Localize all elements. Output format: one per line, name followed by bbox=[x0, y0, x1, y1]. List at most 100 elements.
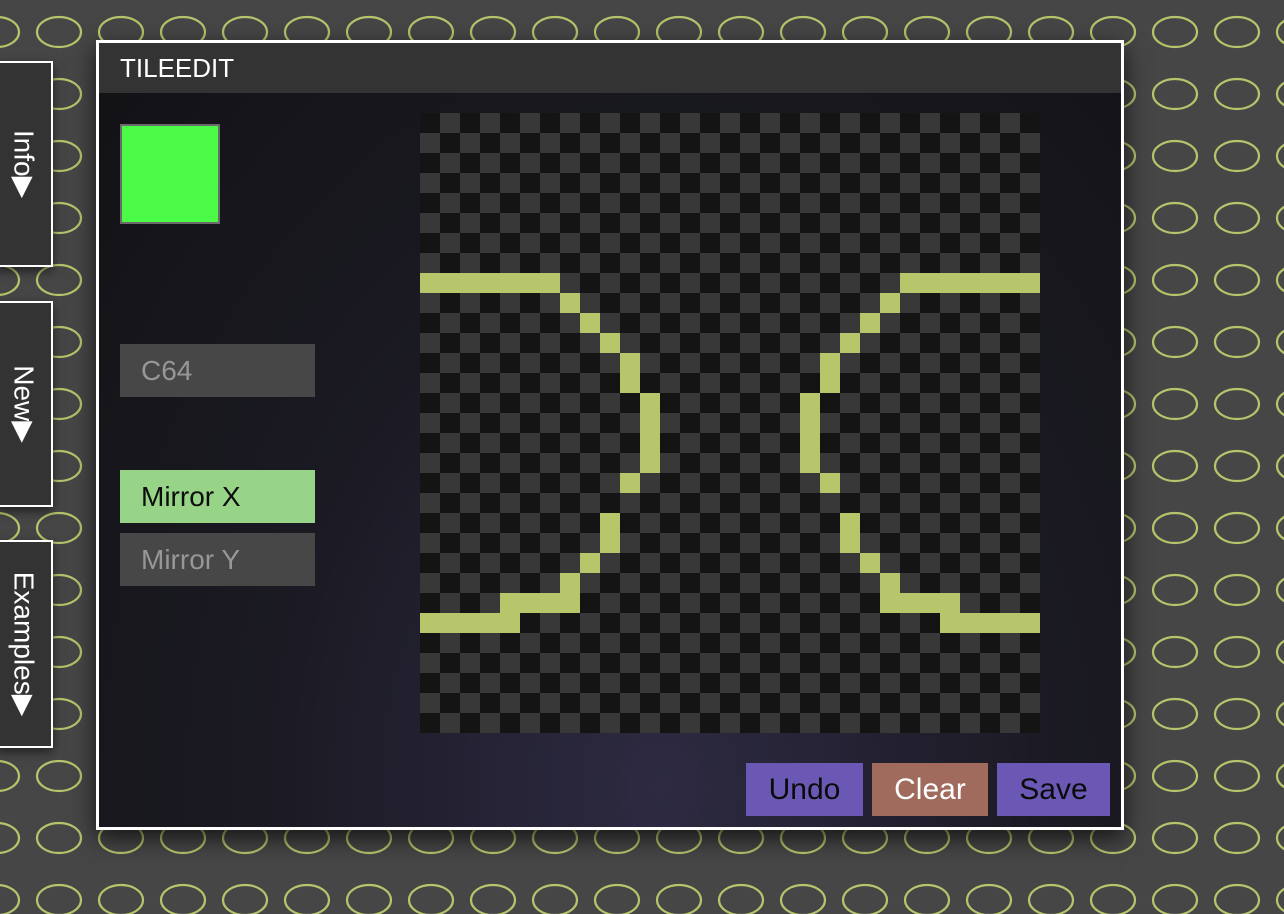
tile-pixel-filled[interactable] bbox=[500, 273, 520, 293]
tile-pixel[interactable] bbox=[540, 373, 560, 393]
tile-pixel[interactable] bbox=[960, 233, 980, 253]
tile-pixel[interactable] bbox=[900, 253, 920, 273]
tile-pixel[interactable] bbox=[720, 573, 740, 593]
tile-pixel[interactable] bbox=[500, 373, 520, 393]
tile-pixel[interactable] bbox=[580, 693, 600, 713]
tile-pixel[interactable] bbox=[860, 673, 880, 693]
tile-pixel[interactable] bbox=[960, 393, 980, 413]
tile-pixel[interactable] bbox=[520, 693, 540, 713]
tile-pixel[interactable] bbox=[560, 673, 580, 693]
tile-pixel[interactable] bbox=[680, 253, 700, 273]
tile-pixel[interactable] bbox=[920, 573, 940, 593]
tile-pixel[interactable] bbox=[980, 173, 1000, 193]
tile-pixel[interactable] bbox=[660, 433, 680, 453]
tile-pixel[interactable] bbox=[780, 593, 800, 613]
tile-pixel[interactable] bbox=[420, 433, 440, 453]
tile-pixel-filled[interactable] bbox=[640, 393, 660, 413]
tile-pixel[interactable] bbox=[780, 173, 800, 193]
tile-pixel[interactable] bbox=[440, 253, 460, 273]
tab-info[interactable]: Info▶ bbox=[0, 61, 53, 267]
tile-pixel[interactable] bbox=[520, 613, 540, 633]
tile-pixel[interactable] bbox=[600, 633, 620, 653]
tile-pixel[interactable] bbox=[880, 713, 900, 733]
tile-pixel[interactable] bbox=[820, 393, 840, 413]
tile-pixel[interactable] bbox=[980, 493, 1000, 513]
tile-pixel[interactable] bbox=[940, 693, 960, 713]
tile-pixel[interactable] bbox=[760, 153, 780, 173]
tile-pixel[interactable] bbox=[540, 693, 560, 713]
tile-pixel[interactable] bbox=[940, 233, 960, 253]
tile-pixel[interactable] bbox=[540, 253, 560, 273]
tile-pixel[interactable] bbox=[820, 573, 840, 593]
tile-pixel[interactable] bbox=[720, 473, 740, 493]
tile-pixel[interactable] bbox=[420, 493, 440, 513]
tile-pixel[interactable] bbox=[700, 713, 720, 733]
tile-pixel[interactable] bbox=[700, 513, 720, 533]
tile-pixel[interactable] bbox=[980, 453, 1000, 473]
tile-pixel[interactable] bbox=[500, 573, 520, 593]
tile-pixel[interactable] bbox=[680, 293, 700, 313]
tile-pixel[interactable] bbox=[1000, 133, 1020, 153]
tile-pixel[interactable] bbox=[840, 173, 860, 193]
tile-pixel[interactable] bbox=[580, 273, 600, 293]
tile-pixel[interactable] bbox=[920, 253, 940, 273]
tile-pixel[interactable] bbox=[460, 573, 480, 593]
tile-pixel[interactable] bbox=[500, 633, 520, 653]
tile-pixel[interactable] bbox=[580, 653, 600, 673]
tile-pixel[interactable] bbox=[580, 153, 600, 173]
tile-pixel[interactable] bbox=[780, 193, 800, 213]
tile-pixel[interactable] bbox=[420, 593, 440, 613]
tile-pixel[interactable] bbox=[780, 633, 800, 653]
tile-pixel[interactable] bbox=[420, 533, 440, 553]
tile-pixel[interactable] bbox=[560, 353, 580, 373]
tile-pixel-filled[interactable] bbox=[640, 413, 660, 433]
tile-pixel[interactable] bbox=[480, 133, 500, 153]
tile-pixel[interactable] bbox=[600, 593, 620, 613]
tile-pixel[interactable] bbox=[640, 113, 660, 133]
tile-pixel[interactable] bbox=[900, 533, 920, 553]
tile-pixel[interactable] bbox=[840, 493, 860, 513]
tile-pixel[interactable] bbox=[780, 533, 800, 553]
tile-pixel[interactable] bbox=[1000, 533, 1020, 553]
tile-pixel[interactable] bbox=[860, 713, 880, 733]
tile-pixel[interactable] bbox=[960, 693, 980, 713]
tile-pixel[interactable] bbox=[420, 153, 440, 173]
tile-pixel[interactable] bbox=[880, 393, 900, 413]
tile-pixel[interactable] bbox=[580, 673, 600, 693]
tile-pixel[interactable] bbox=[520, 213, 540, 233]
tile-pixel[interactable] bbox=[580, 633, 600, 653]
tile-pixel[interactable] bbox=[420, 353, 440, 373]
tile-pixel[interactable] bbox=[860, 653, 880, 673]
tile-pixel[interactable] bbox=[920, 513, 940, 533]
tile-pixel[interactable] bbox=[760, 513, 780, 533]
tile-pixel[interactable] bbox=[460, 353, 480, 373]
tile-pixel[interactable] bbox=[820, 333, 840, 353]
tile-pixel-filled[interactable] bbox=[900, 593, 920, 613]
tile-pixel[interactable] bbox=[840, 393, 860, 413]
tile-pixel[interactable] bbox=[740, 393, 760, 413]
tile-pixel[interactable] bbox=[880, 353, 900, 373]
tile-pixel[interactable] bbox=[480, 353, 500, 373]
tile-pixel[interactable] bbox=[840, 433, 860, 453]
tile-pixel[interactable] bbox=[760, 633, 780, 653]
tile-pixel[interactable] bbox=[980, 413, 1000, 433]
tab-new[interactable]: New▶ bbox=[0, 301, 53, 507]
tile-pixel[interactable] bbox=[660, 313, 680, 333]
tile-pixel[interactable] bbox=[440, 573, 460, 593]
tile-pixel[interactable] bbox=[740, 193, 760, 213]
tile-pixel-filled[interactable] bbox=[980, 613, 1000, 633]
tile-pixel[interactable] bbox=[680, 693, 700, 713]
tile-pixel-filled[interactable] bbox=[940, 273, 960, 293]
tile-pixel[interactable] bbox=[1020, 433, 1040, 453]
tile-pixel[interactable] bbox=[640, 713, 660, 733]
tile-pixel[interactable] bbox=[880, 693, 900, 713]
tile-pixel[interactable] bbox=[460, 133, 480, 153]
tile-pixel[interactable] bbox=[660, 333, 680, 353]
tile-pixel[interactable] bbox=[880, 453, 900, 473]
tile-pixel-filled[interactable] bbox=[520, 593, 540, 613]
tile-pixel[interactable] bbox=[720, 373, 740, 393]
tile-pixel[interactable] bbox=[760, 273, 780, 293]
tile-pixel[interactable] bbox=[600, 573, 620, 593]
tile-pixel[interactable] bbox=[680, 213, 700, 233]
tile-pixel[interactable] bbox=[460, 693, 480, 713]
